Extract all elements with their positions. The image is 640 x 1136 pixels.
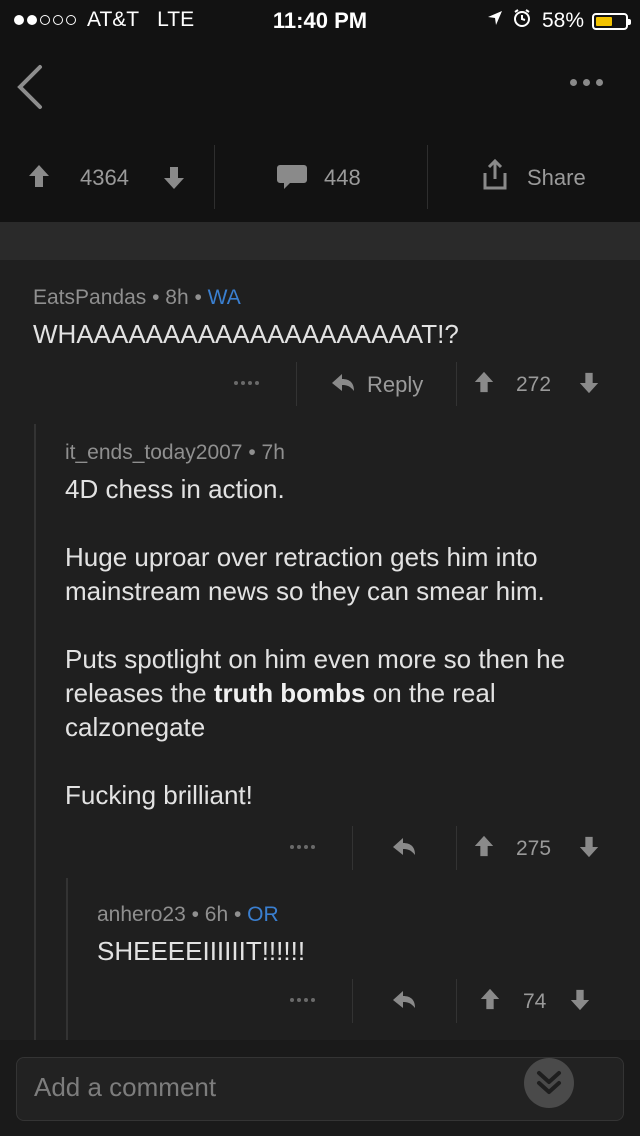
comment-score: 272 (516, 373, 552, 396)
user-flair: OR (247, 903, 279, 926)
upvote-icon[interactable] (473, 370, 495, 399)
comment-options-icon[interactable] (234, 381, 259, 385)
comment-author[interactable]: EatsPandas (33, 286, 146, 309)
comment-paragraph: Puts spotlight on him even more so then … (65, 644, 566, 742)
comment-age: 8h (165, 286, 189, 309)
scroll-to-next-button[interactable] (524, 1058, 574, 1108)
downvote-icon[interactable] (578, 371, 600, 400)
upvote-icon[interactable] (27, 163, 51, 194)
reply-button[interactable]: Reply (367, 372, 423, 398)
comment-options-icon[interactable] (290, 998, 315, 1002)
downvote-icon[interactable] (578, 835, 600, 864)
comment-meta: it_ends_today2007 • 7h (65, 441, 285, 464)
comment-paragraph: Huge uproar over retraction gets him int… (65, 542, 545, 606)
status-bar: AT&T LTE 11:40 PM 58% (0, 0, 640, 40)
post-score: 4364 (80, 165, 129, 190)
user-flair: WA (207, 286, 241, 309)
alarm-icon (512, 8, 532, 34)
comment-age: 7h (261, 441, 285, 464)
thread-line (34, 424, 36, 1040)
comment-input-placeholder: Add a comment (34, 1072, 217, 1102)
comment-meta: anhero23 • 6h • OR (97, 903, 279, 926)
comment-age: 6h (204, 903, 229, 926)
comment-bubble-icon[interactable] (276, 163, 308, 196)
back-button[interactable] (14, 64, 54, 110)
comment-paragraph: Fucking brilliant! (65, 780, 253, 810)
comment-author[interactable]: anhero23 (97, 903, 186, 926)
collapsed-comment-strip (0, 222, 640, 260)
comment-count: 448 (324, 165, 361, 190)
share-button[interactable]: Share (527, 165, 586, 191)
battery-icon (592, 12, 631, 30)
upvote-icon[interactable] (479, 987, 501, 1016)
comment-options-icon[interactable] (290, 845, 315, 849)
downvote-icon[interactable] (569, 988, 591, 1017)
location-arrow-icon (486, 9, 504, 33)
comment-paragraph: 4D chess in action. (65, 474, 285, 504)
reply-arrow-icon[interactable] (391, 988, 417, 1017)
reply-arrow-icon[interactable] (391, 835, 417, 864)
reply-arrow-icon (330, 371, 356, 400)
comment-meta: EatsPandas • 8h • WA (33, 286, 241, 309)
thread-line (66, 878, 68, 1040)
post-action-bar: 4364 448 Share (0, 145, 640, 209)
double-chevron-down-icon (537, 1071, 561, 1094)
comment-body: WHAAAAAAAAAAAAAAAAAAAAT!? (33, 319, 459, 349)
battery-percent: 58% (541, 9, 584, 32)
upvote-icon[interactable] (473, 834, 495, 863)
downvote-icon[interactable] (162, 165, 186, 196)
comment-body: 4D chess in action. Huge uproar over ret… (65, 472, 615, 846)
comment-score: 74 (523, 990, 547, 1013)
share-icon[interactable] (482, 158, 508, 196)
comment-author[interactable]: it_ends_today2007 (65, 441, 243, 464)
more-options-button[interactable] (570, 72, 614, 92)
comment-body: SHEEEEIIIIIIT!!!!!! (97, 936, 306, 966)
chevron-left-icon (17, 65, 42, 109)
bold-text: truth bombs (213, 678, 366, 708)
comment-score: 275 (516, 837, 552, 860)
